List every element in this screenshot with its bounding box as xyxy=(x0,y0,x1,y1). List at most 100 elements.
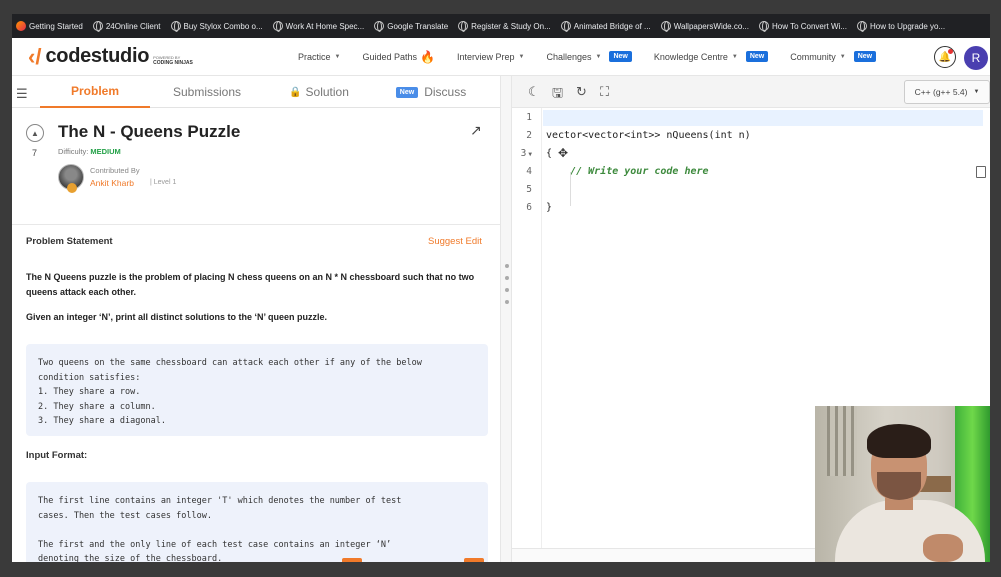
new-badge: New xyxy=(853,51,877,62)
moon-icon[interactable]: ☾ xyxy=(528,84,540,100)
indent-guide xyxy=(570,172,571,206)
main-nav: Practice ▼ Guided Paths 🔥 Interview Prep ▼ … xyxy=(298,50,898,64)
move-cursor-icon: ✥ xyxy=(558,146,569,160)
author-name-link[interactable]: Ankit Kharb xyxy=(90,178,134,188)
chevron-down-icon: ▼ xyxy=(334,53,341,60)
globe-icon xyxy=(560,21,571,32)
upvote-icon[interactable]: ▲ xyxy=(26,124,44,142)
notification-dot xyxy=(948,49,953,54)
tab-problem[interactable]: Problem xyxy=(40,76,150,108)
bookmark-animated-bridge[interactable]: Animated Bridge of ... xyxy=(560,21,651,32)
new-badge: New xyxy=(609,51,632,62)
problem-description: The N Queens puzzle is the problem of pl… xyxy=(26,272,475,297)
bookmark-google-translate[interactable]: Google Translate xyxy=(374,21,448,32)
browser-window: Getting Started 24Online Client Buy Styl… xyxy=(12,14,990,562)
firefox-icon xyxy=(16,21,26,31)
chevron-down-icon: ▼ xyxy=(731,53,738,60)
line-number: 3 ▼ xyxy=(520,148,532,159)
chevron-down-icon: ▼ xyxy=(595,53,602,60)
reset-icon[interactable]: ↻ xyxy=(576,84,587,100)
line-number: 1 xyxy=(526,112,532,123)
new-badge: New xyxy=(395,86,419,98)
codestudio-logo-icon: ‹/ xyxy=(28,43,42,69)
new-badge: New xyxy=(745,51,769,62)
globe-icon xyxy=(660,21,671,32)
suggest-edit-link[interactable]: Suggest Edit xyxy=(428,236,482,247)
panel-resize-handle[interactable] xyxy=(500,76,512,562)
problem-statement-heading: Problem Statement xyxy=(26,236,113,247)
fullscreen-icon[interactable]: ⛶ xyxy=(600,84,609,100)
presenter-hair xyxy=(867,424,931,458)
nav-community[interactable]: Community ▼ New xyxy=(790,51,877,62)
bookmark-register-study[interactable]: Register & Study On... xyxy=(458,21,551,32)
line-number: 4 xyxy=(526,166,532,177)
input-format-box: The first line contains an integer 'T' w… xyxy=(26,482,488,562)
copy-icon[interactable] xyxy=(976,166,986,178)
globe-icon xyxy=(856,21,867,32)
code-line: { xyxy=(546,148,553,159)
divider xyxy=(12,224,500,225)
nav-knowledge-centre[interactable]: Knowledge Centre ▼ New xyxy=(654,51,769,62)
presenter-hand xyxy=(923,534,963,562)
globe-icon xyxy=(458,21,469,32)
nav-interview-prep[interactable]: Interview Prep ▼ xyxy=(457,52,524,62)
bottom-action-button[interactable] xyxy=(464,558,484,562)
author-avatar[interactable] xyxy=(58,164,84,193)
logo-text: codestudio xyxy=(45,45,150,67)
nav-guided-paths[interactable]: Guided Paths 🔥 xyxy=(362,50,435,64)
active-line-highlight xyxy=(543,110,983,126)
webcam-overlay xyxy=(815,406,990,562)
medal-icon xyxy=(67,183,77,193)
bookmark-wallpaperswide[interactable]: WallpapersWide.co... xyxy=(660,21,749,32)
codestudio-logo[interactable]: ‹/ codestudio POWERED BY CODING NINJAS xyxy=(28,44,268,70)
difficulty: Difficulty: MEDIUM xyxy=(58,147,121,156)
save-icon[interactable]: 🖫 xyxy=(552,84,563,106)
nav-practice[interactable]: Practice ▼ xyxy=(298,52,340,62)
globe-icon xyxy=(92,21,103,32)
user-avatar[interactable]: R xyxy=(964,46,988,70)
line-number: 2 xyxy=(526,130,532,141)
chevron-down-icon: ▼ xyxy=(973,89,980,95)
line-number: 6 xyxy=(526,202,532,213)
line-number: 5 xyxy=(526,184,532,195)
grip-dot xyxy=(505,276,509,280)
vote-count: 7 xyxy=(32,148,38,158)
grip-dot xyxy=(505,288,509,292)
bookmark-24online[interactable]: 24Online Client xyxy=(92,21,161,32)
tab-discuss[interactable]: New Discuss xyxy=(376,76,486,108)
globe-icon xyxy=(758,21,769,32)
line-gutter: 1 2 3 ▼ 4 5 6 xyxy=(512,108,542,548)
author-level: | Level 1 xyxy=(150,179,177,186)
bookmark-work-at-home[interactable]: Work At Home Spec... xyxy=(272,21,364,32)
difficulty-badge: MEDIUM xyxy=(90,147,121,156)
grip-dot xyxy=(505,264,509,268)
presenter-beard xyxy=(877,472,921,500)
fold-arrow-icon[interactable]: ▼ xyxy=(528,151,532,158)
bottom-action-button[interactable] xyxy=(342,558,362,562)
problem-task: Given an integer ‘N’, print all distinct… xyxy=(26,312,328,322)
nav-challenges[interactable]: Challenges ▼ New xyxy=(546,51,632,62)
flame-icon: 🔥 xyxy=(420,49,435,64)
tab-solution[interactable]: 🔒 Solution xyxy=(264,76,374,108)
problem-title: The N - Queens Puzzle xyxy=(58,122,241,141)
notification-bell-icon[interactable]: 🔔 xyxy=(934,46,956,68)
tab-submissions[interactable]: Submissions xyxy=(152,76,262,108)
globe-icon xyxy=(272,21,283,32)
share-icon[interactable]: ↗ xyxy=(470,122,482,139)
menu-collapse-icon[interactable]: ☰ xyxy=(16,86,28,102)
globe-icon xyxy=(170,21,181,32)
bookmark-getting-started[interactable]: Getting Started xyxy=(16,21,83,31)
webcam-window xyxy=(827,406,857,476)
bookmark-stylox[interactable]: Buy Stylox Combo o... xyxy=(170,21,263,32)
contributed-by-label: Contributed By xyxy=(90,166,140,175)
input-format-heading: Input Format: xyxy=(26,450,88,461)
lock-icon: 🔒 xyxy=(289,86,302,98)
problem-panel: ☰ Problem Submissions 🔒 Solution New Discu… xyxy=(12,76,500,562)
bookmark-how-to-upgrade[interactable]: How to Upgrade yo... xyxy=(856,21,945,32)
globe-icon xyxy=(374,21,385,32)
language-select[interactable]: C++ (g++ 5.4) ▼ xyxy=(904,80,990,104)
bookmarks-bar: Getting Started 24Online Client Buy Styl… xyxy=(12,14,990,38)
chevron-down-icon: ▼ xyxy=(518,53,525,60)
bookmark-how-to-convert[interactable]: How To Convert Wi... xyxy=(758,21,847,32)
problem-tabs: ☰ Problem Submissions 🔒 Solution New Discu… xyxy=(12,76,500,108)
